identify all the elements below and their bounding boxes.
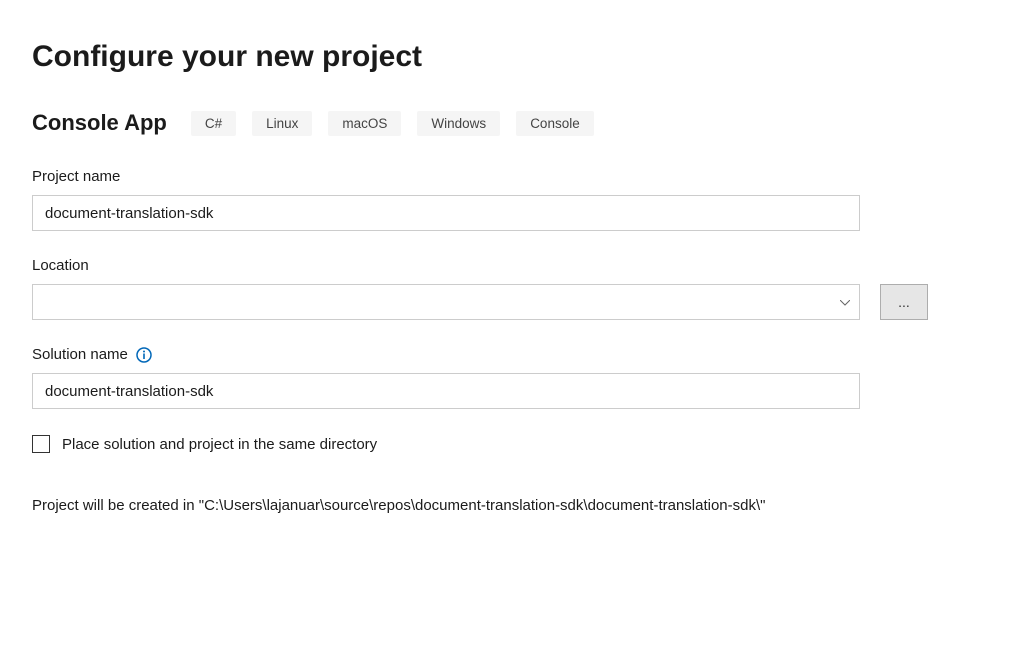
path-preview: Project will be created in "C:\Users\laj… (32, 495, 860, 518)
solution-name-label-text: Solution name (32, 346, 128, 363)
browse-button[interactable]: ... (880, 284, 928, 320)
location-input[interactable] (32, 284, 860, 320)
solution-name-group: Solution name (32, 346, 980, 409)
same-directory-checkbox[interactable] (32, 435, 50, 453)
solution-name-label: Solution name (32, 346, 980, 363)
info-icon[interactable] (136, 347, 152, 363)
project-name-label: Project name (32, 168, 980, 185)
template-name: Console App (32, 110, 167, 136)
location-group: Location ... (32, 257, 980, 320)
project-name-input[interactable] (32, 195, 860, 231)
tag-console: Console (516, 111, 594, 136)
tag-linux: Linux (252, 111, 312, 136)
template-row: Console App C# Linux macOS Windows Conso… (32, 110, 980, 136)
same-directory-label: Place solution and project in the same d… (62, 436, 377, 453)
tag-csharp: C# (191, 111, 236, 136)
tag-macos: macOS (328, 111, 401, 136)
same-directory-checkbox-row: Place solution and project in the same d… (32, 435, 980, 453)
page-title: Configure your new project (32, 40, 980, 74)
tag-windows: Windows (417, 111, 500, 136)
location-label: Location (32, 257, 980, 274)
location-combo[interactable] (32, 284, 860, 320)
solution-name-input[interactable] (32, 373, 860, 409)
project-name-group: Project name (32, 168, 980, 231)
